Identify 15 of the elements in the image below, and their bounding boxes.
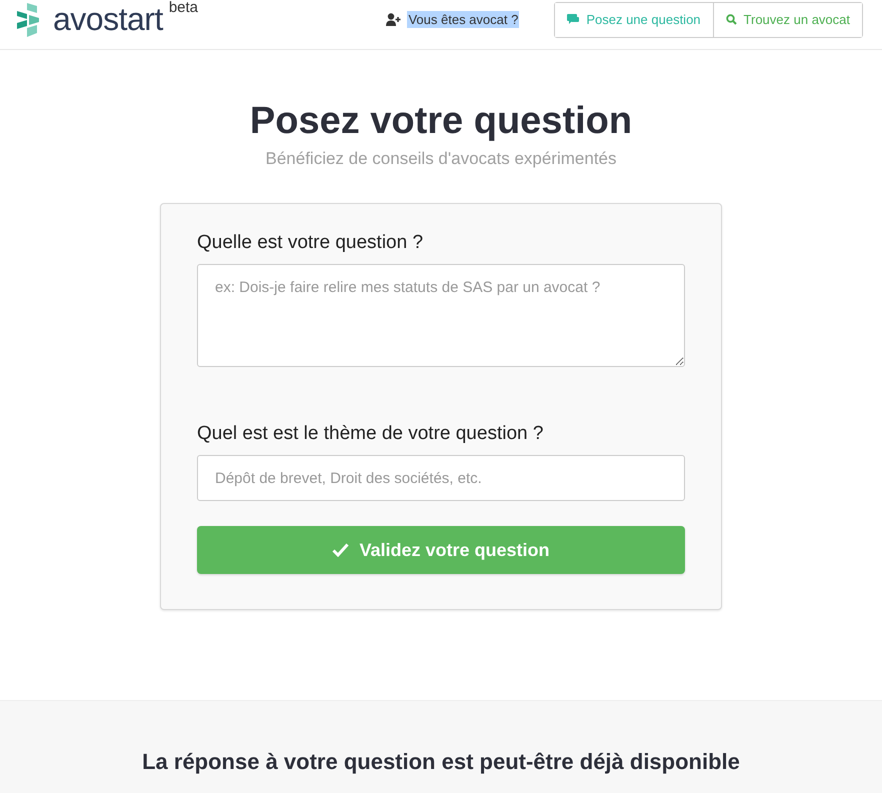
chat-icon	[567, 14, 580, 25]
question-textarea[interactable]: ex: Dois-je faire relire mes statuts de SAS par un avocat ?	[197, 264, 685, 367]
lawyer-link[interactable]: Vous êtes avocat ?	[386, 11, 520, 28]
logo-text[interactable]: avostart	[53, 1, 163, 38]
add-user-icon	[386, 13, 402, 26]
answers-title: La réponse à votre question est peut-être déjà disponible	[142, 749, 740, 776]
search-icon	[726, 14, 737, 25]
theme-input[interactable]: Dépôt de brevet, Droit des sociétés, etc.	[197, 455, 685, 501]
check-icon	[332, 543, 350, 557]
field-label: Quel est est le thème de votre question ?	[197, 423, 544, 445]
field-label: Quelle est votre question ?	[197, 232, 424, 254]
page-title: Posez votre question	[250, 100, 632, 143]
lawyer-link-text[interactable]: Vous êtes avocat ?	[407, 11, 520, 28]
page-subtitle: Bénéficiez de conseils d'avocats expérimentés	[266, 149, 616, 169]
beta-label: beta	[168, 0, 198, 16]
